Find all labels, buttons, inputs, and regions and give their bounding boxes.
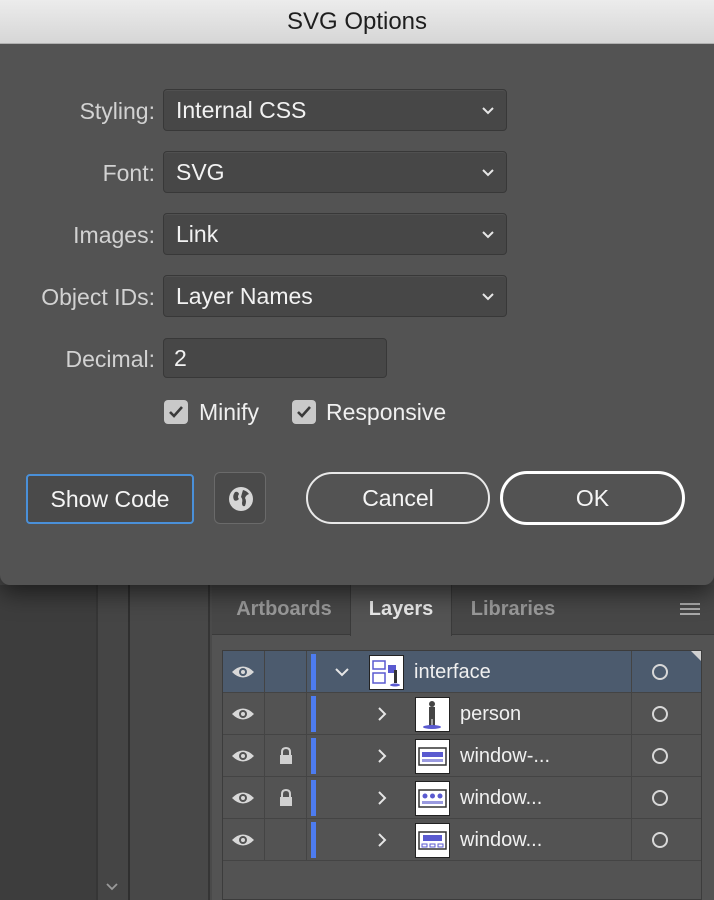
visibility-toggle[interactable] [223,651,265,693]
layer-color-bar [311,780,316,816]
font-value: SVG [176,159,225,185]
chevron-down-icon [482,231,494,239]
tab-libraries[interactable]: Libraries [452,585,574,635]
object-ids-value: Layer Names [176,283,313,309]
layer-name[interactable]: person [460,693,521,735]
tab-artboards[interactable]: Artboards [218,585,350,635]
chevron-down-icon[interactable] [104,878,120,894]
eye-icon [232,708,254,720]
panel-tabs: Artboards Layers Libraries [212,585,714,636]
visibility-toggle[interactable] [223,693,265,735]
app-background-column-2 [130,585,210,900]
chevron-right-icon[interactable] [373,705,391,723]
styling-value: Internal CSS [176,97,307,123]
layer-row-window-3[interactable]: window... [223,819,701,861]
layer-color-bar [311,822,316,858]
responsive-checkbox[interactable] [292,400,316,424]
layer-target[interactable] [631,693,701,735]
target-circle-icon [652,664,668,680]
cancel-button[interactable]: Cancel [306,472,490,524]
app-background-column [96,585,130,900]
visibility-toggle[interactable] [223,777,265,819]
minify-checkbox[interactable] [164,400,188,424]
layer-thumbnail [369,655,404,690]
layer-target[interactable] [631,735,701,777]
minify-label[interactable]: Minify [199,395,259,429]
chevron-down-icon [482,169,494,177]
target-circle-icon [652,748,668,764]
lock-toggle[interactable] [265,777,307,819]
layer-color-bar [311,654,316,690]
styling-select[interactable]: Internal CSS [163,89,507,131]
responsive-label[interactable]: Responsive [326,395,446,429]
layer-name[interactable]: interface [414,651,491,693]
eye-icon [232,834,254,846]
images-select[interactable]: Link [163,213,507,255]
layer-thumbnail [415,781,450,816]
font-label: Font: [102,160,155,186]
checkmark-icon [297,406,311,418]
layer-row-interface[interactable]: interface [223,651,701,693]
eye-icon [232,792,254,804]
selection-indicator [691,651,701,661]
object-ids-select[interactable]: Layer Names [163,275,507,317]
font-select[interactable]: SVG [163,151,507,193]
app-background-left [0,585,96,900]
target-circle-icon [652,790,668,806]
decimal-value: 2 [174,345,187,371]
ok-button[interactable]: OK [500,471,685,525]
chevron-right-icon[interactable] [373,789,391,807]
visibility-toggle[interactable] [223,735,265,777]
eye-icon [232,750,254,762]
lock-toggle[interactable] [265,819,307,861]
target-circle-icon [652,706,668,722]
layer-target[interactable] [631,777,701,819]
lock-icon [280,788,292,806]
chevron-down-icon [482,107,494,115]
layer-row-person[interactable]: person [223,693,701,735]
layer-row-window-1[interactable]: window-... [223,735,701,777]
decimal-input[interactable]: 2 [163,338,387,378]
visibility-toggle[interactable] [223,819,265,861]
object-ids-label: Object IDs: [41,284,155,310]
lock-toggle[interactable] [265,693,307,735]
layer-name[interactable]: window-... [460,735,550,777]
eye-icon [232,666,254,678]
panel-menu-icon[interactable] [680,603,700,617]
chevron-right-icon[interactable] [373,747,391,765]
lock-toggle[interactable] [265,651,307,693]
preview-in-browser-button[interactable] [214,472,266,524]
styling-label: Styling: [79,98,155,124]
layer-thumbnail [415,697,450,732]
chevron-down-icon[interactable] [333,663,351,681]
layer-name[interactable]: window... [460,777,542,819]
globe-icon [229,487,253,511]
decimal-label: Decimal: [65,346,155,372]
layer-target[interactable] [631,819,701,861]
checkmark-icon [169,406,183,418]
images-label: Images: [73,222,155,248]
lock-icon [280,746,292,764]
layers-list: interface person window-... window... wi… [222,650,702,900]
tab-layers[interactable]: Layers [350,585,452,636]
layer-row-window-2[interactable]: window... [223,777,701,819]
target-circle-icon [652,832,668,848]
layers-panel: Artboards Layers Libraries interface per… [212,585,714,900]
dialog-title: SVG Options [0,0,714,44]
layer-name[interactable]: window... [460,819,542,861]
layer-thumbnail [415,823,450,858]
layer-thumbnail [415,739,450,774]
chevron-down-icon [482,293,494,301]
images-value: Link [176,221,219,247]
layer-color-bar [311,738,316,774]
svg-options-dialog: SVG Options Styling: Internal CSS Font: … [0,0,714,585]
show-code-button[interactable]: Show Code [26,474,194,524]
chevron-right-icon[interactable] [373,831,391,849]
lock-toggle[interactable] [265,735,307,777]
layer-color-bar [311,696,316,732]
